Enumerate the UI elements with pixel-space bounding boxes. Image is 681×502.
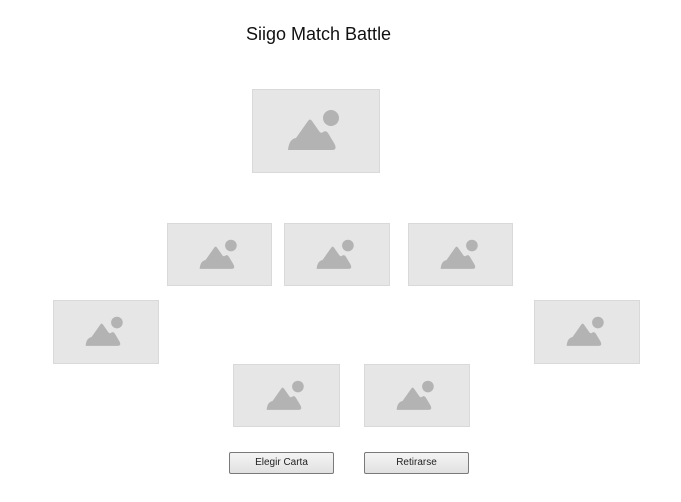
image-placeholder-icon xyxy=(85,316,123,346)
center-card[interactable] xyxy=(252,89,380,173)
card-row1-right[interactable] xyxy=(408,223,513,286)
image-placeholder-icon xyxy=(199,239,237,269)
image-placeholder-icon xyxy=(396,380,434,410)
image-placeholder-icon xyxy=(266,380,304,410)
withdraw-button[interactable]: Retirarse xyxy=(364,452,469,474)
card-row1-left[interactable] xyxy=(167,223,272,286)
card-side-right[interactable] xyxy=(534,300,640,364)
card-row1-center[interactable] xyxy=(284,223,390,286)
player-card-2[interactable] xyxy=(364,364,470,427)
page-title: Siigo Match Battle xyxy=(246,24,392,44)
image-placeholder-icon xyxy=(316,239,354,269)
choose-card-button[interactable]: Elegir Carta xyxy=(229,452,334,474)
image-placeholder-icon xyxy=(440,239,478,269)
card-side-left[interactable] xyxy=(53,300,159,364)
image-placeholder-icon xyxy=(566,316,604,346)
image-placeholder-icon xyxy=(288,110,339,150)
player-card-1[interactable] xyxy=(233,364,340,427)
